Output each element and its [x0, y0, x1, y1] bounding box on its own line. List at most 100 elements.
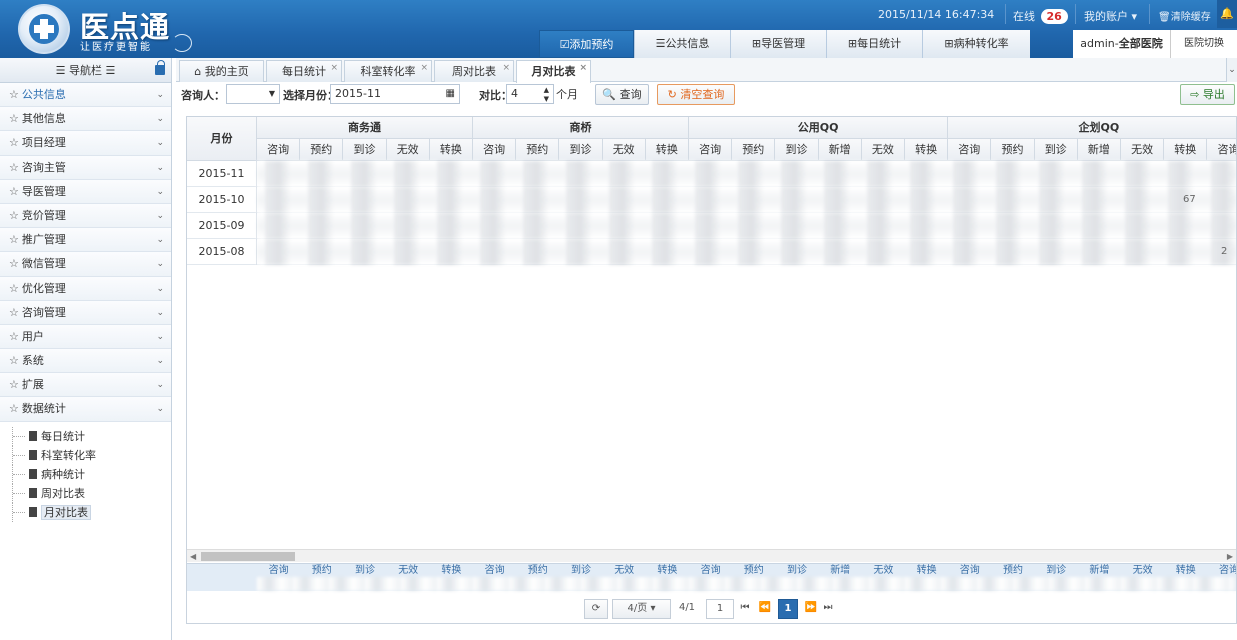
sidebar-item-other-info[interactable]: ☆ 其他信息 ⌄: [0, 107, 171, 132]
star-icon: ☆: [9, 160, 19, 174]
column-header[interactable]: 预约: [300, 139, 344, 161]
sidebar-item-project-manager[interactable]: ☆ 项目经理 ⌄: [0, 131, 171, 156]
sidebar-subitem-disease-stats[interactable]: 病种统计: [12, 464, 171, 484]
column-header[interactable]: 新增: [1077, 139, 1121, 161]
star-icon: ☆: [9, 208, 19, 222]
clear-query-button[interactable]: ↻ 清空查询: [657, 84, 735, 105]
sidebar-title: ☰ 导航栏 ☰: [55, 64, 116, 77]
column-header[interactable]: 到诊: [559, 139, 603, 161]
table-row[interactable]: 2015-08 2: [187, 239, 1236, 265]
star-icon: ☆: [9, 354, 19, 368]
column-header[interactable]: 无效: [602, 139, 646, 161]
column-header[interactable]: 转换: [905, 139, 949, 161]
sidebar-item-consult-mgmt[interactable]: ☆ 咨询管理 ⌄: [0, 300, 171, 325]
month-column-header[interactable]: 月份: [187, 117, 257, 161]
first-page-icon[interactable]: ⏮: [739, 599, 751, 619]
table-row[interactable]: 2015-09: [187, 213, 1236, 239]
sidebar-item-bidding-mgmt[interactable]: ☆ 竞价管理 ⌄: [0, 203, 171, 229]
nav-disease-conversion[interactable]: ⊞病种转化率: [922, 30, 1030, 58]
chevron-down-icon: ⌄: [156, 404, 164, 415]
sidebar-subitem-monthly-compare[interactable]: 月对比表: [12, 502, 171, 522]
star-icon: ☆: [9, 305, 19, 319]
account-menu[interactable]: 我的账户 ▾: [1084, 8, 1137, 24]
sidebar-subitem-daily-stats[interactable]: 每日统计: [12, 426, 171, 446]
table-row[interactable]: 2015-10 67: [187, 187, 1236, 213]
compare-spinner[interactable]: 4 ▲ ▼: [506, 84, 554, 104]
sidebar-item-consult-supervisor[interactable]: ☆ 咨询主管 ⌄: [0, 155, 171, 180]
tab-daily-stats[interactable]: 每日统计 ×: [266, 60, 342, 82]
column-header[interactable]: 咨询: [1207, 139, 1236, 161]
column-header[interactable]: 无效: [1121, 139, 1165, 161]
redacted-cells: [257, 239, 1236, 265]
sidebar-subitem-dept-conversion[interactable]: 科室转化率: [12, 445, 171, 465]
sidebar-item-wechat-mgmt[interactable]: ☆ 微信管理 ⌄: [0, 252, 171, 277]
refresh-icon[interactable]: ⟳: [584, 599, 608, 619]
nav-guide-mgmt[interactable]: ⊞导医管理: [730, 30, 826, 58]
table-row[interactable]: 2015-11: [187, 161, 1236, 187]
cell-fragment: 67: [1183, 194, 1196, 205]
sidebar-item-guide-mgmt[interactable]: ☆ 导医管理 ⌄: [0, 179, 171, 204]
sidebar-subitem-weekly-compare[interactable]: 周对比表: [12, 483, 171, 503]
sidebar-item-extensions[interactable]: ☆ 扩展 ⌄: [0, 373, 171, 398]
column-header[interactable]: 无效: [861, 139, 905, 161]
column-header[interactable]: 咨询: [689, 139, 733, 161]
column-header[interactable]: 无效: [386, 139, 430, 161]
chevron-down-icon: ⌄: [156, 283, 164, 294]
column-header[interactable]: 转换: [1164, 139, 1208, 161]
column-header[interactable]: 咨询: [473, 139, 517, 161]
footer-column-label: 转换: [441, 565, 462, 576]
sidebar-item-users[interactable]: ☆ 用户 ⌄: [0, 324, 171, 350]
logo: [18, 4, 70, 54]
page-size-select[interactable]: 4/页 ▾: [612, 599, 671, 619]
column-header[interactable]: 到诊: [775, 139, 819, 161]
tab-weekly-compare[interactable]: 周对比表 ×: [434, 60, 514, 82]
tab-dept-conversion[interactable]: 科室转化率 ×: [344, 60, 432, 82]
tab-monthly-compare[interactable]: 月对比表 ×: [516, 60, 591, 83]
bell-icon[interactable]: 🔔: [1217, 0, 1237, 28]
group-header: 企划QQ: [948, 117, 1236, 139]
column-header[interactable]: 预约: [516, 139, 560, 161]
column-header[interactable]: 转换: [429, 139, 473, 161]
arrow-right-icon: ▶: [1226, 552, 1233, 561]
column-header[interactable]: 到诊: [343, 139, 387, 161]
tab-home[interactable]: ⌂ 我的主页: [179, 60, 264, 82]
column-header[interactable]: 到诊: [1034, 139, 1078, 161]
nav-add-appointment[interactable]: ☑添加预约: [539, 30, 634, 58]
prev-page-icon[interactable]: ⏪: [758, 599, 772, 619]
column-header[interactable]: 预约: [991, 139, 1035, 161]
page-number-input[interactable]: 1: [706, 599, 734, 619]
hospital-switch-button[interactable]: 医院切换: [1171, 30, 1237, 58]
column-header[interactable]: 咨询: [948, 139, 992, 161]
sidebar-item-seo-mgmt[interactable]: ☆ 优化管理 ⌄: [0, 276, 171, 301]
sidebar-item-system[interactable]: ☆ 系统 ⌄: [0, 349, 171, 374]
star-icon: ☆: [9, 112, 19, 126]
last-page-icon[interactable]: ⏭: [822, 599, 834, 619]
horizontal-scrollbar[interactable]: ◀ ▶: [187, 549, 1236, 562]
chevron-down-icon: ⌄: [156, 307, 164, 318]
column-header[interactable]: 转换: [645, 139, 689, 161]
next-page-icon[interactable]: ⏩: [804, 599, 818, 619]
column-header[interactable]: 新增: [818, 139, 862, 161]
current-page-button[interactable]: 1: [778, 599, 798, 619]
column-header[interactable]: 预约: [732, 139, 776, 161]
online-indicator[interactable]: 在线 26: [1013, 8, 1068, 24]
consultant-select[interactable]: ▼: [226, 84, 280, 104]
tabs-overflow-icon[interactable]: ⌄: [1226, 58, 1237, 82]
clear-cache-button[interactable]: 🗑清除缓存: [1158, 8, 1211, 23]
sidebar-item-data-stats[interactable]: ☆ 数据统计 ⌄: [0, 397, 171, 422]
nav-daily-stats[interactable]: ⊞每日统计: [826, 30, 922, 58]
query-button[interactable]: 🔍 查询: [595, 84, 649, 105]
lock-icon[interactable]: [155, 60, 165, 75]
sidebar-item-promotion-mgmt[interactable]: ☆ 推广管理 ⌄: [0, 228, 171, 253]
footer-column-label: 预约: [311, 565, 332, 576]
scrollbar-thumb[interactable]: [201, 552, 295, 561]
month-input[interactable]: 2015-11 ▦: [330, 84, 460, 104]
sidebar-item-public-info[interactable]: ☆ 公共信息 ⌄: [0, 83, 171, 108]
home-icon: ⌂: [194, 65, 202, 78]
online-count-badge: 26: [1040, 9, 1068, 24]
column-header[interactable]: 咨询: [257, 139, 301, 161]
nav-public-info[interactable]: ☰公共信息: [634, 30, 730, 58]
footer-column-label: 咨询: [700, 565, 721, 576]
brand-slogan: 让医疗更智能: [80, 42, 152, 53]
export-button[interactable]: ⇨ 导出: [1180, 84, 1235, 105]
